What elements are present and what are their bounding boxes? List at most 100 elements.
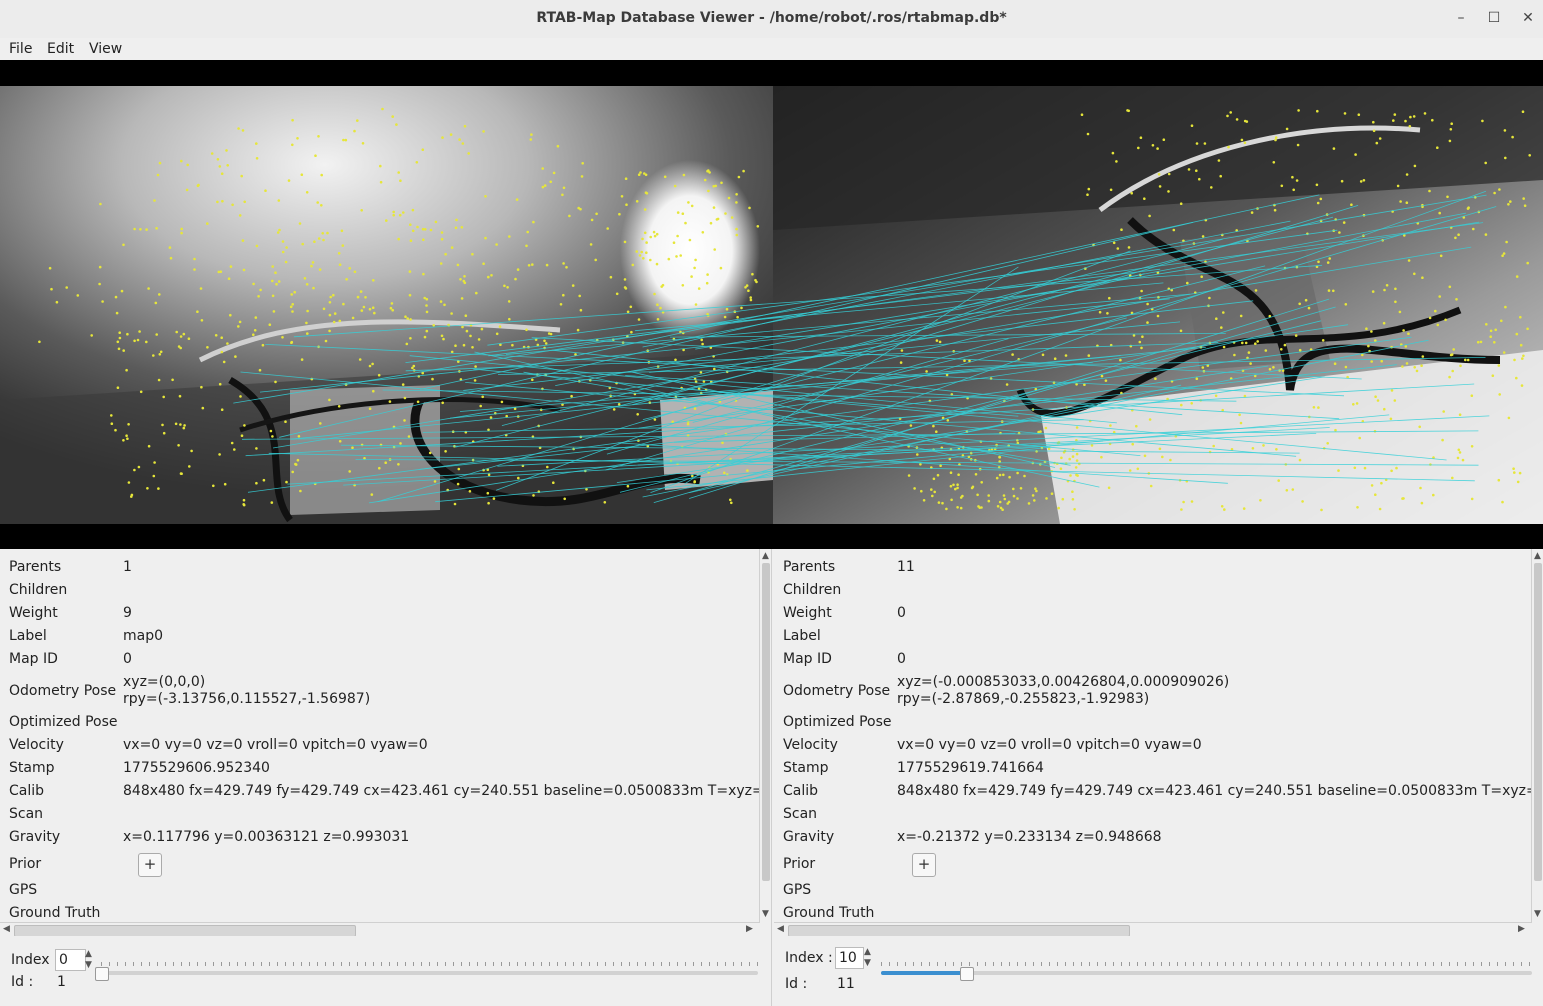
scroll-left-arrow-icon[interactable]: ◀	[3, 924, 10, 934]
feature-point	[626, 310, 630, 314]
feature-point	[1283, 343, 1287, 347]
feature-point	[296, 137, 299, 140]
feature-point	[118, 331, 121, 335]
feature-point	[725, 307, 729, 311]
feature-point	[459, 278, 462, 281]
feature-point	[298, 222, 302, 225]
scroll-right-arrow-icon[interactable]: ▶	[746, 924, 753, 934]
feature-point	[642, 257, 645, 260]
scroll-thumb[interactable]	[762, 563, 770, 881]
feature-point	[300, 358, 304, 361]
maximize-button[interactable]: ☐	[1483, 7, 1505, 29]
scroll-up-arrow-icon[interactable]: ▲	[1534, 551, 1541, 561]
feature-point	[1370, 360, 1373, 363]
feature-point	[397, 463, 400, 466]
scroll-left-arrow-icon[interactable]: ◀	[777, 924, 784, 934]
feature-point	[701, 231, 705, 234]
index-spinbox[interactable]: 10	[835, 947, 864, 969]
right-horizontal-scrollbar[interactable]: ◀ ▶	[774, 922, 1531, 937]
feature-point	[227, 277, 231, 280]
spin-down-icon[interactable]: ▼	[864, 958, 871, 968]
feature-point	[1421, 276, 1424, 279]
feature-point	[268, 323, 272, 327]
velocity-value: vx=0 vy=0 vz=0 vroll=0 vpitch=0 vyaw=0	[123, 737, 428, 753]
prior-add-button[interactable]: +	[138, 853, 162, 877]
feature-point	[411, 229, 415, 233]
feature-point	[463, 275, 466, 278]
index-slider[interactable]	[881, 971, 1532, 975]
feature-point	[216, 158, 220, 161]
feature-point	[525, 244, 528, 248]
feature-point	[1033, 499, 1036, 502]
index-spinbox[interactable]: 0	[55, 949, 86, 971]
feature-point	[1016, 497, 1019, 500]
feature-point	[425, 304, 428, 307]
feature-point	[487, 428, 490, 432]
feature-point	[1317, 406, 1320, 409]
scroll-down-arrow-icon[interactable]: ▼	[762, 909, 769, 919]
feature-point	[1002, 473, 1005, 477]
feature-point	[126, 437, 129, 441]
prior-label: Prior	[9, 856, 42, 872]
scroll-up-arrow-icon[interactable]: ▲	[762, 551, 769, 561]
feature-point	[1057, 506, 1060, 510]
feature-point	[317, 237, 321, 240]
feature-point	[1504, 156, 1507, 160]
feature-point	[1045, 497, 1048, 500]
parents-value: 1	[123, 559, 132, 575]
feature-point	[649, 258, 652, 262]
left-horizontal-scrollbar[interactable]: ◀ ▶	[0, 922, 759, 937]
feature-point	[729, 498, 732, 502]
menu-file[interactable]: File	[9, 41, 32, 57]
feature-point	[1467, 206, 1470, 209]
feature-point	[933, 490, 936, 494]
feature-point	[484, 195, 487, 198]
calib-label: Calib	[783, 783, 819, 799]
feature-point	[531, 378, 534, 382]
feature-point	[299, 489, 302, 493]
scroll-right-arrow-icon[interactable]: ▶	[1518, 924, 1525, 934]
feature-point	[412, 364, 416, 368]
feature-point	[935, 430, 938, 434]
slider-handle[interactable]	[95, 967, 109, 981]
feature-point	[1372, 120, 1375, 124]
feature-point	[609, 275, 613, 279]
index-slider[interactable]	[101, 971, 758, 975]
feature-point	[274, 271, 277, 274]
spin-up-icon[interactable]: ▲	[85, 949, 92, 959]
feature-point	[462, 343, 466, 347]
feature-point	[639, 171, 642, 174]
prior-add-button[interactable]: +	[912, 853, 936, 877]
feature-point	[479, 404, 483, 408]
feature-point	[1180, 508, 1183, 511]
feature-point	[909, 424, 913, 427]
right-vertical-scrollbar[interactable]: ▲ ▼	[1531, 549, 1543, 923]
feature-point	[432, 324, 436, 327]
feature-point	[1068, 457, 1071, 461]
feature-point	[1402, 497, 1405, 500]
feature-point	[954, 487, 957, 491]
feature-point	[178, 394, 182, 398]
feature-point	[949, 484, 953, 488]
image-view[interactable]	[0, 60, 1543, 549]
feature-point	[337, 405, 341, 408]
minimize-button[interactable]: –	[1450, 7, 1472, 29]
feature-point	[455, 218, 458, 222]
feature-point	[239, 395, 242, 398]
slider-handle[interactable]	[960, 967, 974, 981]
close-button[interactable]: ✕	[1517, 7, 1539, 29]
spin-down-icon[interactable]: ▼	[85, 960, 92, 970]
spin-up-icon[interactable]: ▲	[864, 947, 871, 957]
feature-point	[676, 234, 679, 238]
feature-point	[945, 507, 948, 511]
feature-point	[508, 235, 511, 238]
feature-point	[340, 229, 344, 233]
scroll-down-arrow-icon[interactable]: ▼	[1534, 909, 1541, 919]
feature-point	[1298, 458, 1302, 462]
feature-point	[188, 465, 191, 468]
menu-view[interactable]: View	[89, 41, 122, 57]
scroll-thumb[interactable]	[1534, 563, 1542, 881]
menu-edit[interactable]: Edit	[47, 41, 74, 57]
feature-point	[463, 124, 467, 128]
feature-point	[515, 198, 519, 201]
